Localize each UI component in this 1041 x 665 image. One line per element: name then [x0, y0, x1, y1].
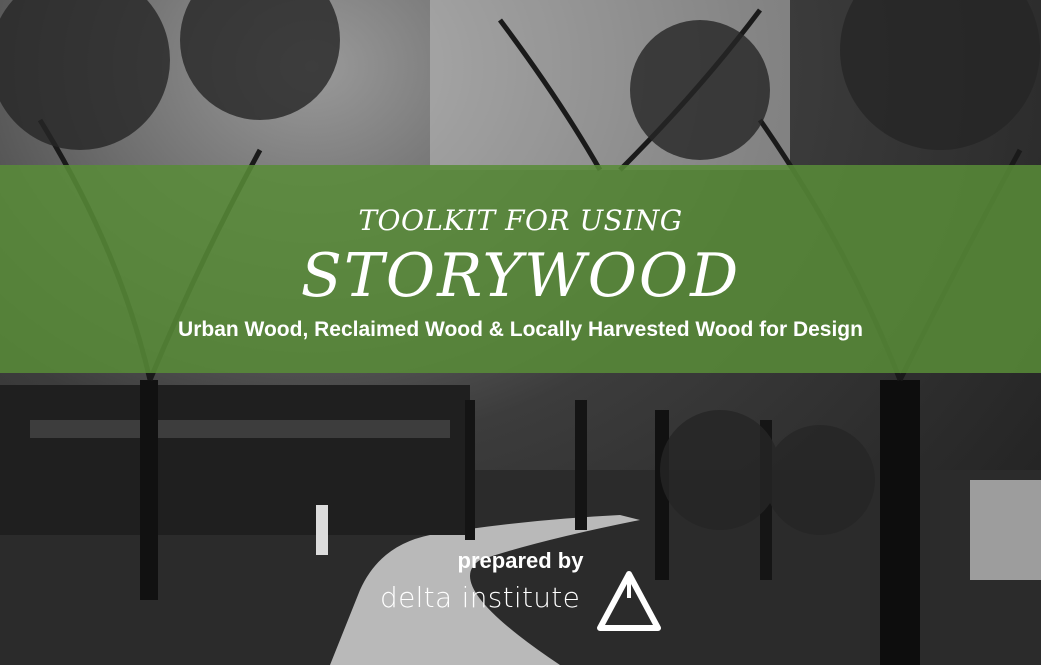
- organization-name: delta institute: [380, 581, 581, 614]
- cover-subtitle: Urban Wood, Reclaimed Wood & Locally Har…: [178, 318, 863, 341]
- prepared-by-label: prepared by: [457, 548, 584, 573]
- eyebrow-text: TOOLKIT FOR USING: [358, 204, 683, 237]
- delta-triangle-icon: [594, 568, 664, 639]
- cover-title: STORYWOOD: [300, 241, 741, 311]
